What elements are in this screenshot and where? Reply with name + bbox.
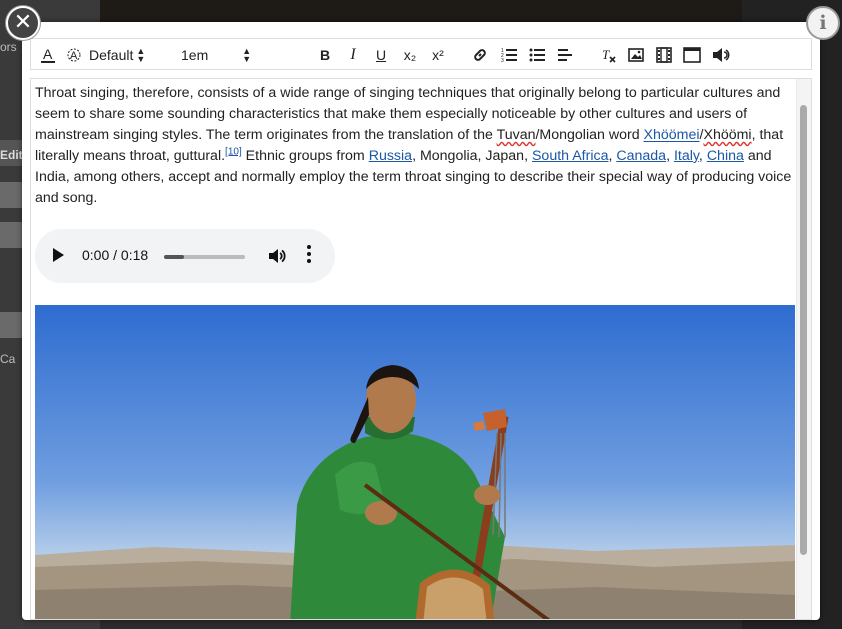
italic-button[interactable]: I (345, 44, 361, 66)
throat-singer-photo (35, 305, 795, 619)
subscript-button[interactable]: x₂ (400, 44, 420, 66)
link-icon[interactable] (471, 44, 489, 66)
background-color-icon[interactable]: A (66, 44, 82, 66)
audio-progress-fill (164, 255, 185, 259)
close-icon[interactable]: ✕ (6, 6, 40, 40)
audio-time: 0:00 / 0:18 (82, 247, 149, 263)
editor-modal: A A Default ▲ ▼ 1em ▲ ▼ B I U x₂ x² 123 T (22, 22, 820, 620)
background-fragment-low: Ca (0, 352, 16, 366)
link-china[interactable]: China (707, 148, 744, 164)
audio-progress-slider[interactable] (164, 255, 245, 259)
align-left-icon[interactable] (556, 44, 574, 66)
ordered-list-icon[interactable]: 123 (500, 44, 518, 66)
font-size-select[interactable]: 1em ▲ ▼ (181, 44, 251, 66)
background-fragment-top: ors (0, 40, 17, 54)
scrollbar-thumb[interactable] (800, 105, 807, 555)
unordered-list-icon[interactable] (528, 44, 546, 66)
editor-toolbar: A A Default ▲ ▼ 1em ▲ ▼ B I U x₂ x² 123 T (30, 38, 812, 70)
underline-button[interactable]: U (373, 44, 389, 66)
svg-text:T: T (602, 47, 610, 62)
paragraph: Throat singing, therefore, consists of a… (35, 85, 792, 206)
embed-window-icon[interactable] (682, 44, 702, 66)
updown-arrow-icon: ▲ ▼ (136, 46, 146, 64)
link-south-africa[interactable]: South Africa (532, 148, 609, 164)
video-icon[interactable] (655, 44, 673, 66)
vertical-scrollbar[interactable] (796, 79, 811, 619)
audio-player: 0:00 / 0:18 (35, 229, 335, 283)
image-icon[interactable] (627, 44, 645, 66)
misspelled-word: Xhöömi (703, 127, 752, 143)
editor-content-area[interactable]: Throat singing, therefore, consists of a… (30, 78, 812, 620)
reference-link[interactable]: [10] (225, 146, 242, 157)
updown-arrow-icon: ▲ ▼ (242, 46, 252, 64)
audio-icon[interactable] (711, 44, 731, 66)
bold-button[interactable]: B (317, 44, 333, 66)
link-russia[interactable]: Russia (369, 148, 412, 164)
background-bar (0, 312, 24, 338)
info-icon[interactable]: i (806, 6, 840, 40)
background-bar (0, 182, 24, 208)
link-xhoomei[interactable]: Xhöömei (644, 127, 700, 143)
article-text: Throat singing, therefore, consists of a… (35, 83, 795, 209)
background-fragment-mid: Edit (0, 148, 23, 162)
link-canada[interactable]: Canada (616, 148, 666, 164)
clear-format-icon[interactable]: T (599, 44, 617, 66)
svg-text:A: A (43, 46, 53, 62)
svg-text:A: A (70, 50, 78, 62)
font-color-icon[interactable]: A (40, 44, 56, 66)
font-family-select[interactable]: Default ▲ ▼ (89, 44, 145, 66)
play-icon[interactable] (53, 248, 64, 262)
volume-icon[interactable] (267, 246, 287, 270)
misspelled-word: Tuvan (496, 127, 536, 143)
background-bar (0, 222, 24, 248)
svg-text:3: 3 (501, 58, 504, 63)
link-italy[interactable]: Italy (674, 148, 699, 164)
superscript-button[interactable]: x² (428, 44, 448, 66)
more-options-icon[interactable] (307, 245, 311, 266)
background-top-strip (100, 0, 742, 22)
